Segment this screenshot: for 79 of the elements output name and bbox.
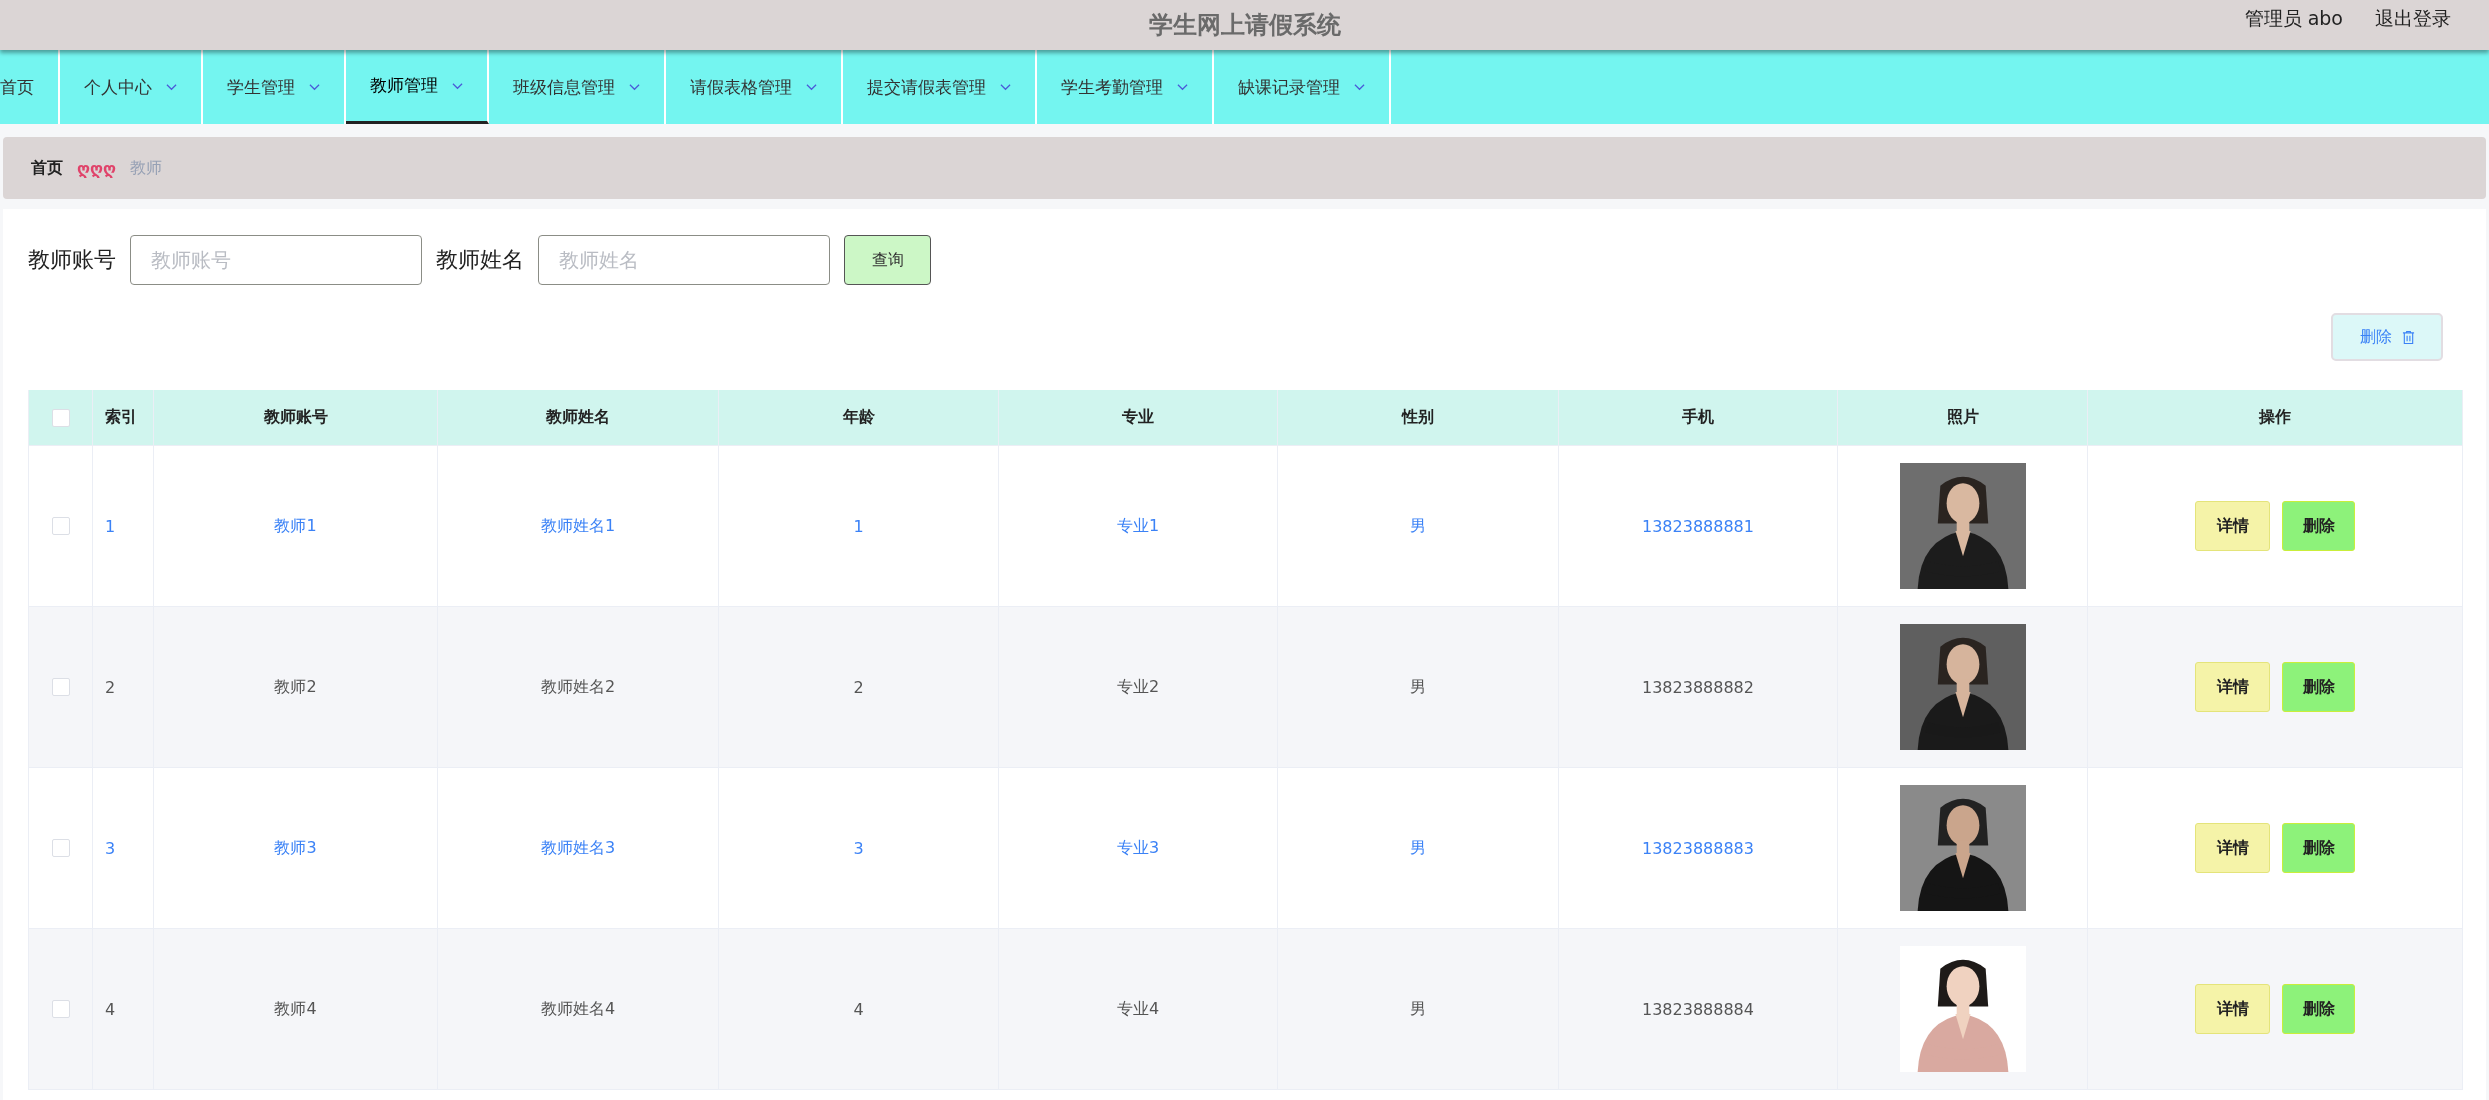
caret-icon [1177,83,1188,91]
checkbox[interactable] [51,408,70,427]
column-header: 教师姓名 [438,390,719,445]
column-header: 专业 [999,390,1278,445]
trash-icon [2401,329,2415,345]
nav-tab[interactable]: 缺课记录管理 [1214,50,1391,124]
field-label: 教师姓名 [436,246,524,274]
checkbox[interactable] [51,517,70,535]
table-cell: 专业2 [999,607,1278,767]
column-header: 手机 [1559,390,1838,445]
caret-icon [1000,83,1011,91]
breadcrumb-separator: ღღღ [77,158,117,178]
breadcrumb-current: 教师 [130,157,163,179]
detail-button[interactable]: 详情 [2195,501,2270,551]
table-cell: 专业3 [999,768,1278,928]
nav-tab[interactable]: 教师管理 [346,50,489,124]
table-cell: 教师姓名1 [438,446,719,606]
row-delete-button[interactable]: 删除 [2282,662,2355,712]
column-header: 操作 [2088,390,2463,445]
table-cell: 13823888881 [1559,446,1838,606]
column-header: 年龄 [719,390,999,445]
table-cell: 教师姓名4 [438,929,719,1089]
column-header: 照片 [1838,390,2088,445]
detail-button[interactable]: 详情 [2195,662,2270,712]
caret-icon [309,83,320,91]
table-cell: 教师姓名3 [438,768,719,928]
table-cell: 13823888883 [1559,768,1838,928]
table-cell: 3 [719,768,999,928]
caret-icon [452,81,463,90]
table-cell: 教师4 [154,929,438,1089]
table-cell: 男 [1278,607,1559,767]
nav-tab[interactable]: 学生考勤管理 [1037,50,1214,124]
nav-tab[interactable]: 个人中心 [60,50,203,124]
checkbox[interactable] [51,839,70,857]
nav-tab[interactable]: 首页 [0,50,60,124]
field-label: 教师账号 [28,246,116,274]
table-cell: 教师1 [154,446,438,606]
table-cell: 男 [1278,446,1559,606]
table-cell: 13823888882 [1559,607,1838,767]
nav-tab[interactable]: 提交请假表管理 [843,50,1037,124]
logout-link[interactable]: 退出登录 [2375,6,2451,32]
row-delete-button[interactable]: 删除 [2282,501,2355,551]
table-cell: 教师2 [154,607,438,767]
caret-icon [629,83,640,91]
column-header: 教师账号 [154,390,438,445]
column-header: 性别 [1278,390,1559,445]
detail-button[interactable]: 详情 [2195,984,2270,1034]
table-cell: 教师3 [154,768,438,928]
breadcrumb-link[interactable]: 首页 [31,157,63,179]
table-cell: 3 [93,768,154,928]
table-cell: 专业1 [999,446,1278,606]
checkbox[interactable] [51,678,70,696]
row-delete-button[interactable]: 删除 [2282,823,2355,873]
nav-tab[interactable]: 学生管理 [203,50,346,124]
search-field[interactable]: 教师姓名 [538,235,830,285]
table-cell: 1 [93,446,154,606]
nav-tab[interactable]: 请假表格管理 [666,50,843,124]
search-field[interactable]: 教师账号 [130,235,422,285]
table-cell: 男 [1278,929,1559,1089]
column-header: 索引 [93,390,154,445]
nav-tab[interactable]: 班级信息管理 [489,50,666,124]
caret-icon [166,83,177,91]
checkbox[interactable] [51,1000,70,1018]
query-button[interactable]: 查询 [844,235,931,285]
detail-button[interactable]: 详情 [2195,823,2270,873]
table-cell: 4 [93,929,154,1089]
user-name: 管理员 abo [2244,6,2343,31]
caret-icon [1354,83,1365,91]
table-cell: 13823888884 [1559,929,1838,1089]
table-cell: 2 [93,607,154,767]
table-cell: 专业4 [999,929,1278,1089]
table-cell: 男 [1278,768,1559,928]
table-cell: 1 [719,446,999,606]
table-cell: 2 [719,607,999,767]
table-cell: 教师姓名2 [438,607,719,767]
table-cell: 4 [719,929,999,1089]
app-title: 学生网上请假系统 [1148,10,1341,41]
row-delete-button[interactable]: 删除 [2282,984,2355,1034]
caret-icon [806,83,817,91]
